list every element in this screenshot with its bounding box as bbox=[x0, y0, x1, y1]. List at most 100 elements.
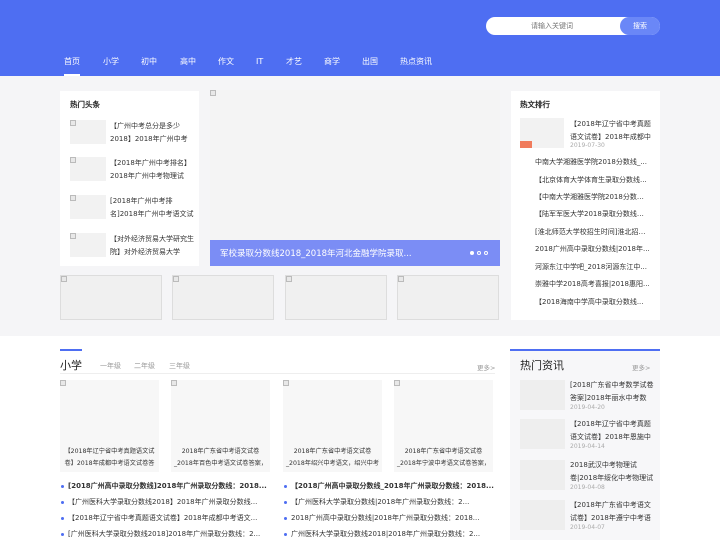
news-date: 2019-04-08 bbox=[570, 484, 605, 491]
image-icon bbox=[283, 380, 289, 386]
search-input[interactable] bbox=[486, 17, 618, 35]
slide-dot[interactable] bbox=[477, 251, 481, 255]
nav-business[interactable]: 商学 bbox=[324, 49, 340, 76]
news-thumb[interactable] bbox=[520, 500, 565, 530]
search-button[interactable]: 搜索 bbox=[620, 17, 660, 35]
rank-badge bbox=[520, 141, 532, 148]
list-item[interactable]: [广州医科大学录取分数线2018]2018年广州录取分数线：2... bbox=[68, 529, 273, 539]
nav-it[interactable]: IT bbox=[256, 49, 263, 76]
news-title[interactable]: 【2018年辽宁省中考真题语文试卷】2018年恩施中 bbox=[570, 418, 656, 444]
news-title[interactable]: 【2018年广东省中考语文试卷】2018年遵宁中考语 bbox=[570, 499, 656, 525]
headline-item[interactable]: 【2018年广州中考排名】2018年广州中考物理试 bbox=[110, 157, 194, 183]
ranking-top-title[interactable]: 【2018年辽宁省中考真题语文试卷】2018年成都中 bbox=[570, 118, 654, 144]
hot-ranking-title: 热文排行 bbox=[520, 100, 550, 109]
news-title[interactable]: 2018武汉中考物理试卷|2018年绥化中考物理试卷 bbox=[570, 459, 656, 485]
list-item[interactable]: [2018广州高中录取分数线]2018年广州录取分数线：2018... bbox=[68, 481, 273, 491]
ranking-item[interactable]: 崇雅中学2018高考喜报|2018惠阳... bbox=[535, 279, 650, 289]
bullet-icon bbox=[284, 501, 287, 504]
image-card[interactable] bbox=[285, 275, 387, 320]
bullet-icon bbox=[284, 517, 287, 520]
ranking-thumb[interactable] bbox=[520, 118, 564, 148]
slide-dot[interactable] bbox=[470, 251, 474, 255]
news-title[interactable]: [2018广东省中考数学试卷答案]2018年丽水中考数 bbox=[570, 379, 656, 405]
hot-news-title: 热门资讯 bbox=[520, 359, 564, 372]
image-icon bbox=[61, 276, 67, 282]
image-icon bbox=[398, 276, 404, 282]
card-caption[interactable]: 【2018年辽宁省中考真题语文试卷】2018年成都中考语文试卷答 bbox=[62, 446, 157, 470]
image-icon bbox=[210, 90, 216, 96]
headline-thumb[interactable] bbox=[70, 157, 106, 181]
ranking-item[interactable]: [淮北师范大学校招生时间]淮北招生... bbox=[535, 227, 650, 237]
image-icon bbox=[60, 380, 66, 386]
image-card[interactable] bbox=[60, 275, 162, 320]
card-caption[interactable]: 2018年广东省中考语文试卷_2018年百色中考语文试卷答案，百色 bbox=[173, 446, 268, 470]
image-icon bbox=[394, 380, 400, 386]
bullet-icon bbox=[61, 501, 64, 504]
image-icon bbox=[173, 276, 179, 282]
tab-grade-3[interactable]: 三年级 bbox=[169, 361, 190, 371]
nav-hot-news[interactable]: 热点资讯 bbox=[400, 49, 432, 76]
ranking-item[interactable]: 【2018海南中学高中录取分数线... bbox=[535, 297, 650, 307]
slide-dot[interactable] bbox=[484, 251, 488, 255]
banner-slider[interactable]: 军校录取分数线2018_2018年河北金融学院录取... bbox=[210, 90, 500, 266]
news-thumb[interactable] bbox=[520, 460, 565, 490]
nav-abroad[interactable]: 出国 bbox=[362, 49, 378, 76]
ranking-item[interactable]: 河源东江中学吧_2018河源东江中... bbox=[535, 262, 650, 272]
search-box: 搜索 bbox=[486, 17, 660, 35]
primary-more-link[interactable]: 更多> bbox=[477, 362, 495, 372]
headline-item[interactable]: 【广州中考总分是多少2018】2018年广州中考数 bbox=[110, 120, 194, 146]
image-icon bbox=[70, 157, 76, 163]
ranking-top-date: 2019-07-30 bbox=[570, 142, 605, 149]
list-item[interactable]: 2018广州高中录取分数线|2018年广州录取分数线：2018... bbox=[291, 513, 495, 523]
list-item[interactable]: 【2018广州高中录取分数线_2018年广州录取分数线：2018... bbox=[291, 481, 495, 491]
card-caption[interactable]: 2018年广东省中考语文试卷_2018年绍兴中考语文，绍兴中考 bbox=[285, 446, 380, 470]
headline-thumb[interactable] bbox=[70, 120, 106, 144]
headline-item[interactable]: 【对外经济贸易大学研究生院】对外经济贸易大学 bbox=[110, 233, 194, 259]
nav-primary[interactable]: 小学 bbox=[103, 49, 119, 76]
headline-item[interactable]: [2018年广州中考排名]2018年广州中考语文试卷、 bbox=[110, 195, 194, 221]
list-item[interactable]: 【广州医科大学录取分数线|2018年广州录取分数线：2... bbox=[291, 497, 495, 507]
ranking-item[interactable]: 2018广州高中录取分数线|2018年... bbox=[535, 244, 650, 254]
news-date: 2019-04-14 bbox=[570, 443, 605, 450]
tab-grade-2[interactable]: 二年级 bbox=[134, 361, 155, 371]
tab-grade-1[interactable]: 一年级 bbox=[100, 361, 121, 371]
image-icon bbox=[70, 233, 76, 239]
news-thumb[interactable] bbox=[520, 380, 565, 410]
news-thumb[interactable] bbox=[520, 419, 565, 449]
nav-junior[interactable]: 初中 bbox=[141, 49, 157, 76]
list-item[interactable]: 广州医科大学录取分数线2018|2018年广州录取分数线：2... bbox=[291, 529, 495, 539]
nav-home[interactable]: 首页 bbox=[64, 49, 80, 76]
title-underline bbox=[60, 349, 82, 351]
image-icon bbox=[70, 120, 76, 126]
divider bbox=[60, 373, 495, 374]
news-date: 2019-04-20 bbox=[570, 404, 605, 411]
list-item[interactable]: 【广州医科大学录取分数线2018】2018年广州录取分数线... bbox=[68, 497, 273, 507]
image-card[interactable] bbox=[397, 275, 499, 320]
bullet-icon bbox=[284, 485, 287, 488]
header: 搜索 首页 小学 初中 高中 作文 IT 才艺 商学 出国 热点资讯 bbox=[0, 0, 720, 76]
image-card[interactable] bbox=[172, 275, 274, 320]
ranking-item[interactable]: 中南大学湘雅医学院2018分数线_... bbox=[535, 157, 650, 167]
list-item[interactable]: 【2018年辽宁省中考真题语文试卷】2018年成都中考语文... bbox=[68, 513, 273, 523]
nav-senior[interactable]: 高中 bbox=[180, 49, 196, 76]
image-icon bbox=[286, 276, 292, 282]
ranking-item[interactable]: 【陆军军医大学2018录取分数线】... bbox=[535, 209, 650, 219]
image-icon bbox=[70, 195, 76, 201]
headline-thumb[interactable] bbox=[70, 195, 106, 219]
headline-thumb[interactable] bbox=[70, 233, 106, 257]
ranking-item[interactable]: 【中南大学湘雅医学院2018分数线... bbox=[535, 192, 650, 202]
card-caption[interactable]: 2018年广东省中考语文试卷_2018年宁波中考语文试卷答案，宁波 bbox=[396, 446, 491, 470]
ranking-item[interactable]: 【北京体育大学体育生录取分数线... bbox=[535, 175, 650, 185]
image-icon bbox=[171, 380, 177, 386]
banner-caption-bar: 军校录取分数线2018_2018年河北金融学院录取... bbox=[210, 240, 500, 266]
hot-headlines-title: 热门头条 bbox=[70, 100, 100, 109]
nav-arts[interactable]: 才艺 bbox=[286, 49, 302, 76]
nav-essay[interactable]: 作文 bbox=[218, 49, 234, 76]
bullet-icon bbox=[61, 485, 64, 488]
banner-caption[interactable]: 军校录取分数线2018_2018年河北金融学院录取... bbox=[220, 247, 412, 259]
panel-top-border bbox=[510, 349, 660, 351]
bullet-icon bbox=[284, 533, 287, 536]
hot-news-more-link[interactable]: 更多> bbox=[632, 362, 650, 372]
bullet-icon bbox=[61, 533, 64, 536]
bullet-icon bbox=[61, 517, 64, 520]
